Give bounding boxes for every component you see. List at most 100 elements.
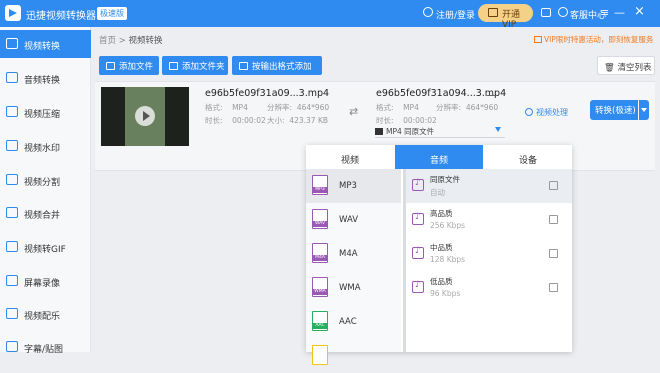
video-process-label: 视频处理 (536, 108, 568, 117)
edit-icon[interactable] (549, 249, 558, 258)
sidebar-item-label: 视频合并 (24, 211, 61, 221)
quality-item-original[interactable]: 同原文件自动 (406, 169, 572, 203)
format-item-next[interactable] (306, 339, 401, 373)
edit-icon[interactable] (549, 181, 558, 190)
edit-icon[interactable] (549, 215, 558, 224)
format-item-wma[interactable]: WMA WMA (306, 271, 401, 305)
output-format-value: MP4 同原文件 (386, 127, 435, 136)
convert-dropdown-button[interactable] (639, 100, 649, 120)
tab-audio[interactable]: 音频 (395, 145, 483, 169)
login-link[interactable]: 注册/登录 (436, 8, 475, 21)
headset-icon[interactable] (558, 7, 568, 17)
add-by-format-label: 按输出格式添加 (252, 62, 312, 72)
message-icon[interactable] (541, 8, 551, 17)
plus-icon (106, 62, 115, 70)
quality-rate: 128 Kbps (430, 255, 466, 264)
chevron-down-icon[interactable] (495, 127, 501, 132)
quality-name: 高品质 (430, 209, 453, 218)
clear-list-button[interactable]: 🗑 清空列表 (597, 56, 655, 75)
merge-icon (6, 207, 18, 218)
gif-icon (6, 241, 18, 252)
promo-banner[interactable]: VIP限时特惠活动，即刻恢复服务 (534, 34, 653, 45)
quality-name: 同原文件 (430, 175, 460, 184)
breadcrumb: 首页 > 视频转换 (99, 34, 163, 46)
breadcrumb-separator: > (116, 36, 129, 46)
music-icon (6, 308, 18, 319)
wav-file-icon: WAV (312, 209, 328, 229)
sidebar-item-label: 视频转GIF (24, 245, 66, 255)
output-format: 格式: MP4 (376, 102, 419, 113)
source-duration: 时长: 00:00:02 (205, 115, 266, 126)
video-convert-icon (6, 38, 18, 49)
sidebar-item-audio-convert[interactable]: 音频转换 (0, 64, 91, 92)
sidebar-item-label: 屏幕录像 (24, 279, 61, 289)
audio-file-icon (312, 345, 328, 365)
promo-text: VIP限时特惠活动，即刻恢复服务 (544, 35, 654, 44)
sidebar-item-subtitle[interactable]: 字幕/贴图 (0, 333, 91, 361)
vip-button[interactable]: 开通VIP (478, 4, 533, 30)
add-folder-button[interactable]: 添加文件夹 (162, 56, 228, 75)
sidebar-item-label: 视频分割 (24, 178, 61, 188)
quality-item-low[interactable]: 低品质 96 Kbps (406, 271, 572, 305)
edit-icon[interactable] (549, 283, 558, 292)
wand-icon (525, 108, 533, 116)
label: 分辨率: (267, 103, 293, 112)
play-icon[interactable] (135, 106, 155, 126)
convert-button[interactable]: 转换(极速) (590, 100, 638, 120)
value: MP4 (403, 103, 419, 112)
sidebar-item-screen-record[interactable]: 屏幕录像 (0, 267, 91, 295)
format-item-m4a[interactable]: M4A M4A (306, 237, 401, 271)
sidebar-item-video-compress[interactable]: 视频压缩 (0, 98, 91, 126)
breadcrumb-current: 视频转换 (128, 36, 163, 46)
source-size: 大小: 423.37 KB (267, 115, 328, 126)
wma-file-icon: WMA (312, 277, 328, 297)
value: 464*960 (465, 103, 499, 112)
sidebar-item-label: 视频配乐 (24, 312, 61, 322)
format-item-wav[interactable]: WAV WAV (306, 203, 401, 237)
music-note-icon (412, 280, 424, 293)
add-file-button[interactable]: 添加文件 (99, 56, 159, 75)
crown-icon (488, 8, 498, 17)
add-folder-label: 添加文件夹 (182, 62, 225, 72)
video-file-icon (375, 128, 383, 135)
mp3-file-icon: MP3 (312, 175, 328, 195)
tab-device[interactable]: 设备 (484, 145, 572, 169)
tab-video[interactable]: 视频 (306, 145, 394, 169)
sidebar-item-video-convert[interactable]: 视频转换 (0, 30, 91, 58)
aac-file-icon: AAC (312, 311, 328, 331)
compress-icon (6, 106, 18, 117)
format-item-mp3[interactable]: MP3 MP3 (306, 169, 401, 203)
minimize-button[interactable]: — (614, 6, 625, 19)
label: 格式: (376, 103, 394, 112)
sidebar-item-label: 字幕/贴图 (24, 345, 64, 355)
label: 时长: (205, 116, 223, 125)
breadcrumb-home[interactable]: 首页 (99, 36, 116, 46)
format-picker-panel: 视频 音频 设备 MP3 MP3 WAV WAV M4A M4A WMA WMA AAC… (306, 145, 572, 365)
title-bar: 迅捷视频转换器 极速版 注册/登录 开通VIP 客服中心 ≡ — × (0, 0, 660, 30)
music-note-icon (412, 178, 424, 191)
add-by-format-button[interactable]: 按输出格式添加 (232, 56, 322, 75)
menu-icon[interactable]: ≡ (600, 6, 609, 19)
sidebar-item-music[interactable]: 视频配乐 (0, 300, 91, 328)
sidebar-item-label: 视频水印 (24, 144, 61, 154)
add-file-label: 添加文件 (119, 62, 154, 72)
sidebar-item-watermark[interactable]: 视频水印 (0, 132, 91, 160)
sidebar-item-split[interactable]: 视频分割 (0, 166, 91, 194)
value: 00:00:02 (403, 116, 437, 125)
file-icon-label: WAV (312, 221, 328, 227)
user-icon[interactable] (423, 7, 433, 17)
output-format-select[interactable]: MP4 同原文件 (375, 125, 505, 138)
watermark-icon (6, 140, 18, 151)
sidebar-item-merge[interactable]: 视频合并 (0, 199, 91, 227)
sidebar-item-gif[interactable]: 视频转GIF (0, 233, 91, 261)
quality-item-medium[interactable]: 中品质 128 Kbps (406, 237, 572, 271)
format-item-aac[interactable]: AAC AAC (306, 305, 401, 339)
quality-rate: 96 Kbps (430, 289, 461, 298)
video-process-button[interactable]: 视频处理 (525, 107, 568, 118)
video-thumbnail[interactable] (101, 87, 189, 146)
value: 00:00:02 (232, 116, 266, 125)
close-button[interactable]: × (634, 4, 645, 19)
value: MP4 (232, 103, 248, 112)
quality-item-high[interactable]: 高品质 256 Kbps (406, 203, 572, 237)
music-note-icon (412, 212, 424, 225)
